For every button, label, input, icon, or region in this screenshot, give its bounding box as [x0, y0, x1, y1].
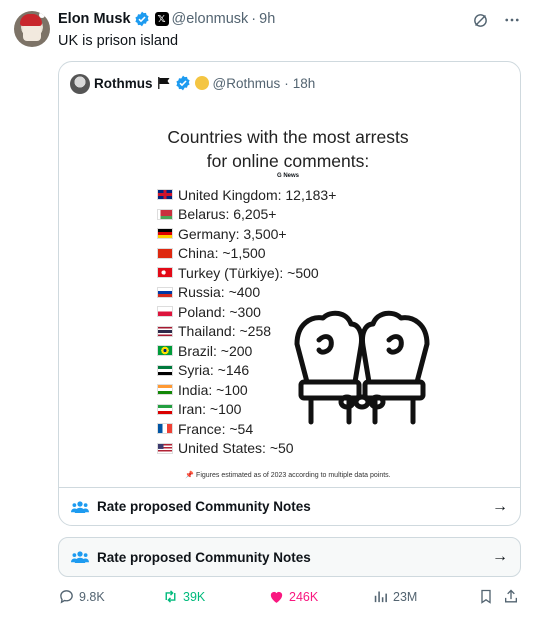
share-icon [505, 589, 517, 603]
notes-label: Rate proposed Community Notes [97, 549, 311, 565]
country-text: Germany: 3,500+ [178, 225, 287, 242]
image-title-line-2: for online comments: [206, 151, 370, 171]
quoted-author-avatar[interactable] [70, 74, 90, 94]
country-text: United Kingdom: 12,183+ [178, 186, 337, 203]
country-text: France: ~54 [178, 420, 254, 437]
image-title: Countries with the most arrests for onli… [139, 125, 437, 173]
separator-dot: · [284, 75, 289, 91]
rate-community-notes-quoted[interactable]: Rate proposed Community Notes → [59, 487, 520, 525]
image-footnote: 📌 Figures estimated as of 2023 according… [185, 472, 391, 479]
quoted-post[interactable]: Rothmus @Rothmus · 18h Countries with th… [58, 61, 521, 526]
turkey-flag-icon [157, 267, 173, 279]
list-item: United Kingdom: 12,183+ [157, 185, 336, 205]
list-item: United States: ~50 [157, 439, 336, 459]
arrow-right-icon: → [492, 548, 508, 565]
grok-icon[interactable] [472, 12, 489, 29]
list-item: Russia: ~400 [157, 283, 336, 303]
quoted-post-time[interactable]: 18h [293, 76, 316, 91]
quoted-author-handle[interactable]: @Rothmus [213, 76, 281, 91]
reply-button[interactable]: 9.8K [58, 588, 105, 605]
china-flag-icon [157, 247, 173, 259]
arrow-right-icon: → [492, 497, 508, 515]
more-options-icon[interactable] [503, 11, 521, 29]
verified-badge-icon [175, 75, 190, 91]
poland-flag-icon [157, 306, 173, 318]
repost-button[interactable]: 39K [162, 588, 205, 605]
separator-dot: · [251, 11, 257, 27]
reply-count: 9.8K [79, 589, 105, 604]
country-text: Syria: ~146 [178, 362, 250, 379]
country-text: Turkey (Türkiye): ~500 [178, 264, 319, 281]
people-icon [71, 551, 89, 563]
reply-icon [60, 590, 73, 604]
country-text: India: ~100 [178, 381, 248, 398]
germany-flag-icon [157, 228, 173, 240]
brazil-flag-icon [157, 345, 173, 357]
country-text: China: ~1,500 [178, 245, 266, 262]
list-item: China: ~1,500 [157, 244, 336, 264]
repost-count: 39K [183, 589, 206, 604]
heart-icon [270, 591, 283, 603]
country-text: Russia: ~400 [178, 284, 261, 301]
post-time[interactable]: 9h [259, 11, 275, 27]
country-text: United States: ~50 [178, 440, 294, 457]
quoted-post-header: Rothmus @Rothmus · 18h [94, 75, 315, 91]
list-item: Germany: 3,500+ [157, 224, 336, 244]
image-source: G News [276, 173, 299, 179]
action-bar: 9.8K 39K 246K 23M [58, 588, 521, 608]
india-flag-icon [157, 384, 173, 396]
image-title-line-1: Countries with the most arrests [167, 127, 409, 147]
quoted-image[interactable]: Countries with the most arrests for onli… [139, 109, 437, 484]
country-text: Thailand: ~258 [178, 323, 272, 340]
quoted-author-name[interactable]: Rothmus [94, 76, 153, 91]
view-count: 23M [393, 589, 418, 604]
usa-flag-icon [157, 442, 173, 454]
country-text: Brazil: ~200 [178, 342, 253, 359]
views-button[interactable]: 23M [372, 588, 417, 605]
france-flag-icon [157, 423, 173, 435]
country-text: Belarus: 6,205+ [178, 206, 277, 223]
notes-label: Rate proposed Community Notes [97, 499, 311, 514]
handcuffed-fists-icon [294, 310, 430, 425]
country-text: Iran: ~100 [178, 401, 242, 418]
post-header: Elon Musk 𝕏 @elonmusk · 9h [58, 11, 275, 27]
like-button[interactable]: 246K [268, 588, 318, 605]
thailand-flag-icon [157, 325, 173, 337]
syria-flag-icon [157, 364, 173, 376]
list-item: Belarus: 6,205+ [157, 205, 336, 225]
iran-flag-icon [157, 403, 173, 415]
repost-icon [165, 590, 176, 603]
author-handle[interactable]: @elonmusk [172, 11, 249, 27]
black-flag-icon [157, 77, 169, 89]
list-item: Turkey (Türkiye): ~500 [157, 263, 336, 283]
uk-flag-icon [157, 189, 173, 201]
author-avatar[interactable] [14, 11, 50, 47]
author-name[interactable]: Elon Musk [58, 11, 131, 27]
people-icon [71, 500, 89, 513]
views-icon [374, 591, 387, 603]
post-text: UK is prison island [58, 33, 179, 49]
x-affiliate-icon: 𝕏 [154, 12, 169, 26]
share-button[interactable] [503, 588, 519, 605]
belarus-flag-icon [157, 208, 173, 220]
country-text: Poland: ~300 [178, 303, 261, 320]
affiliate-avatar-icon [194, 76, 209, 90]
bookmark-icon [481, 589, 491, 604]
like-count: 246K [289, 589, 319, 604]
post-top-actions [472, 11, 521, 29]
verified-badge-icon [134, 11, 149, 27]
russia-flag-icon [157, 286, 173, 298]
bookmark-button[interactable] [478, 588, 494, 605]
rate-community-notes[interactable]: Rate proposed Community Notes → [58, 537, 521, 577]
